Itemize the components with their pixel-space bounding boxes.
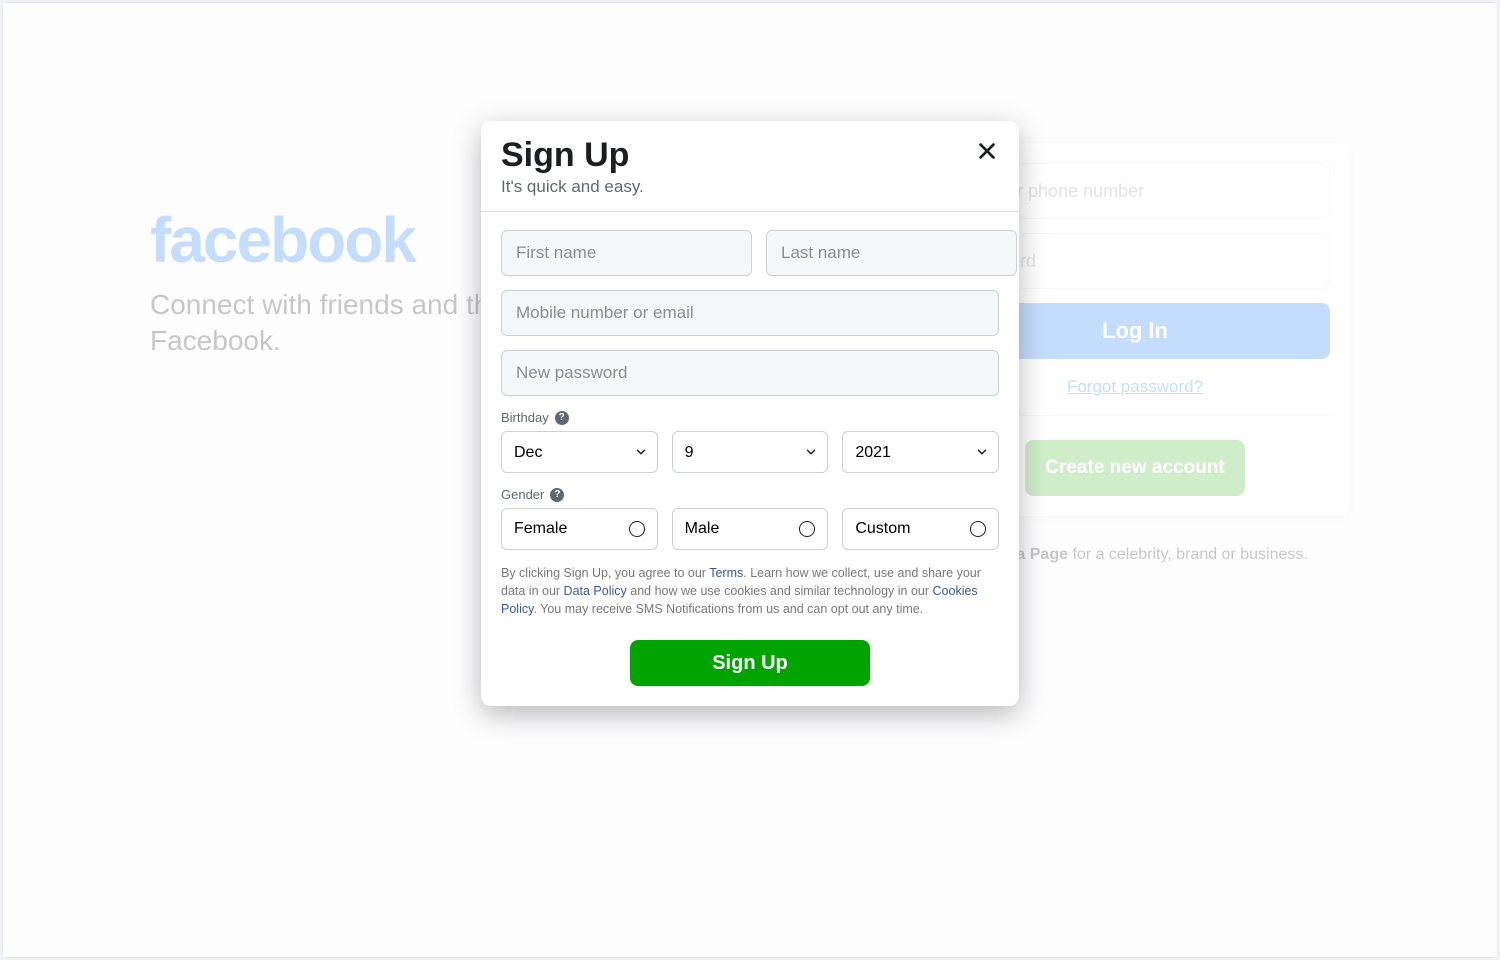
contact-field[interactable] <box>501 290 999 336</box>
gender-label: Gender ? <box>501 487 999 502</box>
help-icon[interactable]: ? <box>550 488 564 502</box>
signup-modal: Sign Up It's quick and easy. Birthday ? … <box>481 121 1019 706</box>
new-password-field[interactable] <box>501 350 999 396</box>
modal-body: Birthday ? Dec 9 202 <box>481 212 1019 706</box>
gender-option-custom[interactable]: Custom <box>842 508 999 550</box>
signup-button[interactable]: Sign Up <box>630 640 870 686</box>
last-name-field[interactable] <box>766 230 1017 276</box>
terms-link[interactable]: Terms <box>709 566 743 580</box>
radio-icon <box>970 521 986 537</box>
birthday-label: Birthday ? <box>501 410 999 425</box>
birthday-day-select[interactable]: 9 <box>672 431 829 473</box>
gender-option-female[interactable]: Female <box>501 508 658 550</box>
close-button[interactable] <box>973 137 1001 165</box>
radio-icon <box>799 521 815 537</box>
legal-text: By clicking Sign Up, you agree to our Te… <box>501 564 999 618</box>
modal-subtitle: It's quick and easy. <box>501 177 999 197</box>
data-policy-link[interactable]: Data Policy <box>564 584 627 598</box>
radio-icon <box>629 521 645 537</box>
birthday-month-select[interactable]: Dec <box>501 431 658 473</box>
modal-title: Sign Up <box>501 135 999 175</box>
close-icon <box>976 140 998 162</box>
help-icon[interactable]: ? <box>555 411 569 425</box>
modal-header: Sign Up It's quick and easy. <box>481 121 1019 212</box>
birthday-year-select[interactable]: 2021 <box>842 431 999 473</box>
first-name-field[interactable] <box>501 230 752 276</box>
app-frame: facebook Connect with friends and the wo… <box>2 2 1498 958</box>
gender-option-male[interactable]: Male <box>672 508 829 550</box>
